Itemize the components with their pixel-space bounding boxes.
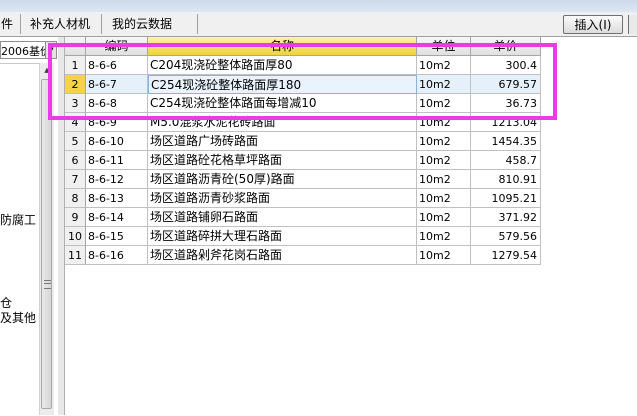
cell-idx[interactable]: 5 xyxy=(65,132,86,151)
cell-code[interactable]: 8-6-8 xyxy=(86,94,148,113)
cell-price[interactable]: 679.57 xyxy=(471,75,541,94)
cell-unit[interactable]: 10m2 xyxy=(417,208,471,227)
cell-name[interactable]: 场区道路砼花格草坪路面 xyxy=(148,151,417,170)
cell-price[interactable]: 1454.35 xyxy=(471,132,541,151)
header-unit[interactable]: 单位 xyxy=(417,37,471,56)
scrollbar-thumb[interactable] xyxy=(41,79,52,409)
cell-unit[interactable]: 10m2 xyxy=(417,94,471,113)
toolbar-overflow[interactable] xyxy=(628,15,637,34)
cell-name[interactable]: 场区道路广场砖路面 xyxy=(148,132,417,151)
table-row[interactable]: 8 8-6-13 场区道路沥青砂浆路面 10m2 1095.21 xyxy=(65,189,601,208)
tree-item[interactable]: 防腐工 xyxy=(0,211,36,228)
cell-code[interactable]: 8-6-9 xyxy=(86,113,148,132)
cell-idx[interactable]: 7 xyxy=(65,170,86,189)
cell-idx[interactable]: 10 xyxy=(65,227,86,246)
panel-splitter[interactable] xyxy=(58,37,65,415)
cell-code[interactable]: 8-6-13 xyxy=(86,189,148,208)
cell-idx[interactable]: 2 xyxy=(65,75,86,94)
cell-unit[interactable]: 10m2 xyxy=(417,132,471,151)
header-code[interactable]: 编码 xyxy=(86,37,148,56)
table-row[interactable]: 9 8-6-14 场区道路铺卵石路面 10m2 371.92 xyxy=(65,208,601,227)
cell-unit[interactable]: 10m2 xyxy=(417,75,471,94)
table-row[interactable]: 5 8-6-10 场区道路广场砖路面 10m2 1454.35 xyxy=(65,132,601,151)
cell-unit[interactable]: 10m2 xyxy=(417,170,471,189)
cell-unit[interactable]: 10m2 xyxy=(417,227,471,246)
tab-my-cloud-data[interactable]: 我的云数据 xyxy=(112,13,172,35)
cell-name[interactable]: M5.0混浆水泥花砖路面 xyxy=(148,113,417,132)
cell-price[interactable]: 1279.54 xyxy=(471,246,541,265)
cell-name[interactable]: 场区道路沥青砼(50厚)路面 xyxy=(148,170,417,189)
cell-idx[interactable]: 9 xyxy=(65,208,86,227)
header-corner[interactable] xyxy=(65,37,86,56)
cell-name[interactable]: C254现浇砼整体路面每增减10 xyxy=(148,94,417,113)
grid-header: 编码 名称 单位 单价 xyxy=(65,37,601,56)
cell-name[interactable]: 场区道路沥青砂浆路面 xyxy=(148,189,417,208)
cell-code[interactable]: 8-6-16 xyxy=(86,246,148,265)
scroll-up-icon[interactable]: ▲ xyxy=(40,63,54,77)
cell-price[interactable]: 371.92 xyxy=(471,208,541,227)
cell-price[interactable]: 458.7 xyxy=(471,151,541,170)
cell-price[interactable]: 579.56 xyxy=(471,227,541,246)
table-row[interactable]: 4 8-6-9 M5.0混浆水泥花砖路面 10m2 1213.04 xyxy=(65,113,601,132)
cell-code[interactable]: 8-6-7 xyxy=(86,75,148,94)
cell-idx[interactable]: 4 xyxy=(65,113,86,132)
quota-library-dropdown[interactable]: 2006基价 ▼ xyxy=(0,41,57,59)
cell-price[interactable]: 810.91 xyxy=(471,170,541,189)
table-row[interactable]: 6 8-6-11 场区道路砼花格草坪路面 10m2 458.7 xyxy=(65,151,601,170)
cell-idx[interactable]: 8 xyxy=(65,189,86,208)
cell-idx[interactable]: 3 xyxy=(65,94,86,113)
header-price[interactable]: 单价 xyxy=(471,37,541,56)
cell-price[interactable]: 36.73 xyxy=(471,94,541,113)
cell-unit[interactable]: 10m2 xyxy=(417,189,471,208)
cell-idx[interactable]: 11 xyxy=(65,246,86,265)
table-row[interactable]: 11 8-6-16 场区道路剁斧花岗石路面 10m2 1279.54 xyxy=(65,246,601,265)
cell-unit[interactable]: 10m2 xyxy=(417,151,471,170)
chevron-down-icon[interactable]: ▼ xyxy=(45,42,56,58)
table-row[interactable]: 10 8-6-15 场区道路碎拼大理石路面 10m2 579.56 xyxy=(65,227,601,246)
cell-price[interactable]: 1095.21 xyxy=(471,189,541,208)
cell-code[interactable]: 8-6-15 xyxy=(86,227,148,246)
chapter-tree[interactable]: 防腐工 仓 及其他 xyxy=(0,63,40,416)
cell-name[interactable]: C254现浇砼整体路面厚180 xyxy=(148,75,417,94)
tab-supplement-materials[interactable]: 补充人材机 xyxy=(30,13,90,35)
tab-separator xyxy=(20,14,21,34)
cell-price[interactable]: 300.4 xyxy=(471,56,541,75)
dropdown-value: 2006基价 xyxy=(1,45,51,58)
cell-unit[interactable]: 10m2 xyxy=(417,56,471,75)
cell-unit[interactable]: 10m2 xyxy=(417,246,471,265)
cell-code[interactable]: 8-6-14 xyxy=(86,208,148,227)
cell-code[interactable]: 8-6-12 xyxy=(86,170,148,189)
quota-grid: 编码 名称 单位 单价 1 8-6-6 C204现浇砼整体路面厚80 10m2 300.… xyxy=(65,37,637,415)
window-title-strip xyxy=(0,0,637,12)
tab-separator xyxy=(197,14,198,34)
cell-code[interactable]: 8-6-10 xyxy=(86,132,148,151)
cell-name[interactable]: 场区道路碎拼大理石路面 xyxy=(148,227,417,246)
table-row[interactable]: 3 8-6-8 C254现浇砼整体路面每增减10 10m2 36.73 xyxy=(65,94,601,113)
tab-separator xyxy=(101,14,102,34)
table-row[interactable]: 7 8-6-12 场区道路沥青砼(50厚)路面 10m2 810.91 xyxy=(65,170,601,189)
tree-item[interactable]: 及其他 xyxy=(0,309,36,326)
tab-partial[interactable]: 件 xyxy=(1,13,13,35)
cell-name[interactable]: 场区道路铺卵石路面 xyxy=(148,208,417,227)
table-row[interactable]: 2 8-6-7 C254现浇砼整体路面厚180 10m2 679.57 xyxy=(65,75,601,94)
cell-idx[interactable]: 1 xyxy=(65,56,86,75)
cell-price[interactable]: 1213.04 xyxy=(471,113,541,132)
left-panel: 2006基价 ▼ 防腐工 仓 及其他 ▲ xyxy=(0,37,59,416)
tab-bar: 件 补充人材机 我的云数据 插入(I) xyxy=(0,12,637,37)
cell-name[interactable]: C204现浇砼整体路面厚80 xyxy=(148,56,417,75)
cell-name[interactable]: 场区道路剁斧花岗石路面 xyxy=(148,246,417,265)
cell-code[interactable]: 8-6-11 xyxy=(86,151,148,170)
cell-code[interactable]: 8-6-6 xyxy=(86,56,148,75)
cell-idx[interactable]: 6 xyxy=(65,151,86,170)
header-name[interactable]: 名称 xyxy=(148,37,417,56)
cell-unit[interactable]: 10m2 xyxy=(417,113,471,132)
grip-icon xyxy=(44,280,51,289)
left-scrollbar[interactable]: ▲ xyxy=(39,63,54,415)
insert-button[interactable]: 插入(I) xyxy=(563,15,623,34)
table-row[interactable]: 1 8-6-6 C204现浇砼整体路面厚80 10m2 300.4 xyxy=(65,56,601,75)
